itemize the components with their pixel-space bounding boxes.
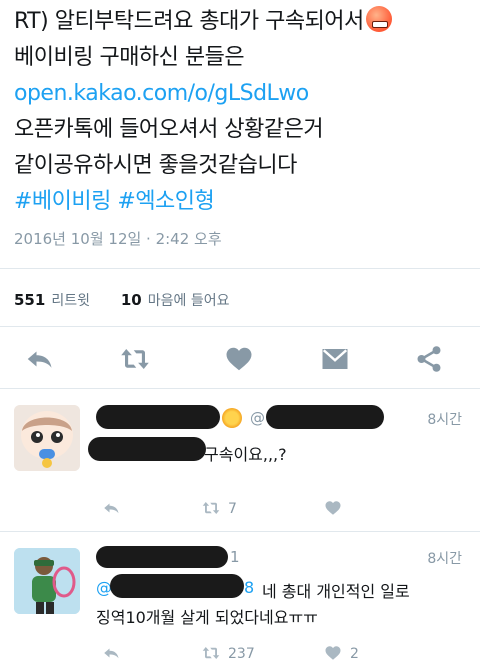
mention-end[interactable]: 8 [244, 578, 254, 597]
reply-icon[interactable] [100, 644, 122, 664]
reply-text-line-2: 징역10개월 살게 되었다네요ㅠㅠ [96, 608, 318, 627]
divider [0, 326, 480, 327]
retweet-label: 리트윗 [51, 293, 90, 309]
divider [0, 268, 480, 269]
avatar[interactable] [14, 548, 80, 614]
heart-icon[interactable] [222, 344, 256, 374]
like-count: 2 [350, 646, 359, 662]
avatar[interactable] [14, 405, 80, 471]
tweet-hashtags[interactable]: #베이비링 #엑소인형 [14, 186, 215, 218]
redacted-handle [266, 405, 384, 429]
retweet-button[interactable]: 237 [200, 644, 255, 664]
reply-icon[interactable] [22, 344, 56, 374]
reply-tweet[interactable]: @ 8시간 구속이요,,,? 7 [0, 389, 480, 529]
tweet-text-line-1: RT) 알티부탁드려요 총대가 구속되어서 [14, 9, 364, 34]
redacted-mention [88, 437, 206, 461]
sun-emoji-icon [222, 408, 242, 428]
like-label: 마음에 들어요 [147, 293, 230, 309]
tweet-text-line-2: 베이비링 구매하신 분들은 [14, 45, 245, 70]
angry-face-icon [365, 6, 392, 32]
tweet-text-line-5: 같이공유하시면 좋을것같습니다 [14, 153, 297, 178]
reply-handle-prefix[interactable]: @ [250, 409, 265, 427]
retweet-icon [202, 647, 220, 659]
redacted-name [96, 546, 228, 568]
tweet-timestamp: 2016년 10월 12일 · 2:42 오후 [14, 230, 222, 248]
retweet-count: 237 [228, 646, 255, 662]
tweet-action-bar [0, 336, 480, 380]
tweet-link[interactable]: open.kakao.com/o/gLSdLwo [14, 78, 309, 110]
retweet-count: 551 [14, 291, 46, 309]
retweet-button[interactable]: 7 [200, 499, 237, 519]
retweet-count: 7 [228, 501, 237, 517]
tweet-line-1: RT) 알티부탁드려요 총대가 구속되어서 [14, 6, 392, 38]
reply-tweet[interactable]: 1 8시간 @ 8 네 총대 개인적인 일로 징역10개월 살게 되었다네요ㅠㅠ… [0, 532, 480, 666]
like-button[interactable]: 2 [322, 644, 359, 664]
like-count: 10 [120, 291, 142, 309]
share-icon[interactable] [412, 344, 446, 374]
reply-icon[interactable] [100, 499, 122, 519]
tweet-stats: 551 리트윗 10 마음에 들어요 [14, 290, 229, 310]
reply-time: 8시간 [427, 412, 462, 428]
heart-icon [325, 646, 341, 660]
like-stat[interactable]: 10 마음에 들어요 [120, 291, 230, 309]
retweet-icon[interactable] [118, 344, 152, 374]
reply-handle-suffix[interactable]: 1 [230, 548, 240, 566]
tweet-text-line-4: 오픈카톡에 들어오셔서 상황같은거 [14, 117, 324, 142]
reply-time: 8시간 [427, 551, 462, 567]
reply-text-line-1: 네 총대 개인적인 일로 [262, 582, 410, 601]
message-icon[interactable] [318, 344, 352, 374]
redacted-mention [110, 574, 244, 598]
redacted-name [96, 405, 220, 429]
retweet-stat[interactable]: 551 리트윗 [14, 291, 90, 309]
retweet-icon [202, 502, 220, 514]
reply-text: 구속이요,,,? [204, 445, 287, 464]
heart-icon[interactable] [322, 499, 344, 519]
